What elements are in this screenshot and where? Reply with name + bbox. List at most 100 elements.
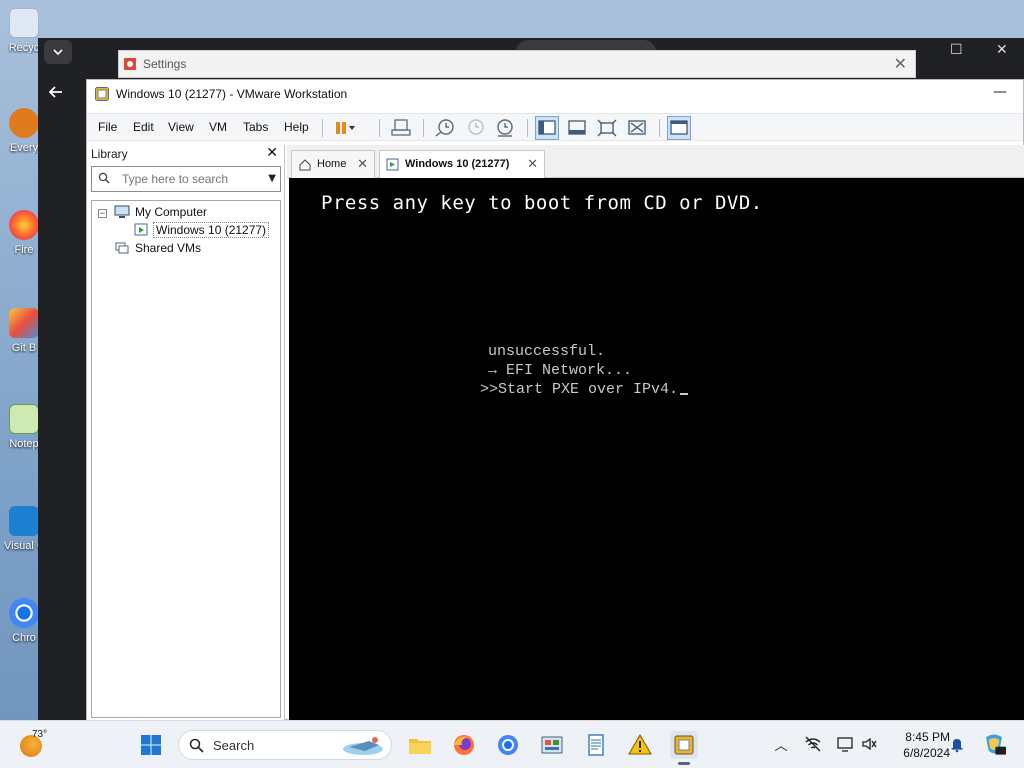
- chrome-icon: [9, 598, 39, 628]
- chrome-icon: [498, 735, 518, 755]
- tree-item-shared-vms[interactable]: Shared VMs: [92, 240, 280, 258]
- firefox-button[interactable]: [450, 731, 478, 759]
- clock-time: 8:45 PM: [905, 730, 950, 744]
- console-view-icon: [670, 120, 688, 135]
- weather-temperature: 73°: [32, 729, 48, 740]
- unity-icon: [628, 120, 646, 135]
- menu-tabs[interactable]: Tabs: [243, 120, 268, 134]
- tree-label: Windows 10 (21277): [152, 222, 270, 238]
- pause-button[interactable]: [331, 116, 355, 140]
- vscode-icon: [9, 506, 39, 536]
- search-icon: [98, 172, 110, 184]
- console-view-button[interactable]: [667, 116, 691, 140]
- toolbar-separator: [379, 119, 380, 137]
- notepad-icon: [9, 404, 39, 434]
- library-close-icon[interactable]: ✕: [266, 145, 278, 161]
- library-search-input[interactable]: [122, 171, 262, 187]
- menu-edit[interactable]: Edit: [133, 120, 154, 134]
- efi-status-line: >>Start PXE over IPv4.: [480, 381, 689, 398]
- settings-close-icon[interactable]: ✕: [894, 54, 907, 73]
- efi-status-line: unsuccessful.: [488, 343, 606, 360]
- notification-bell-icon[interactable]: [948, 735, 966, 753]
- snapshot-manager-icon: [497, 119, 513, 137]
- menu-vm[interactable]: VM: [209, 120, 227, 134]
- settings-window[interactable]: Settings ✕: [118, 50, 916, 78]
- file-explorer-button[interactable]: [406, 731, 434, 759]
- maximize-icon[interactable]: ☐: [950, 42, 963, 58]
- efi-status-text: >>Start PXE over IPv4.: [480, 381, 679, 398]
- vm-running-icon: [386, 158, 399, 171]
- vm-tab-strip: Home ✕ Windows 10 (21277) ✕: [287, 145, 1024, 179]
- library-panel: Library ✕ ▼ − My Computer Windows 10 (21…: [87, 145, 285, 721]
- boot-prompt-text: Press any key to boot from CD or DVD.: [321, 192, 763, 214]
- home-icon: [299, 159, 311, 171]
- show-hidden-icons-icon[interactable]: ︿: [772, 735, 790, 754]
- vm-running-icon: [134, 223, 148, 236]
- menu-view[interactable]: View: [168, 120, 194, 134]
- network-icon[interactable]: [804, 735, 822, 753]
- take-snapshot-button[interactable]: [433, 116, 457, 140]
- chevron-down-icon[interactable]: ▼: [268, 173, 276, 184]
- computer-icon: [114, 205, 130, 218]
- toolbar-separator: [423, 119, 424, 137]
- close-icon[interactable]: ✕: [996, 42, 1008, 58]
- chrome-button[interactable]: [494, 731, 522, 759]
- full-screen-button[interactable]: [595, 116, 619, 140]
- control-panel-button[interactable]: [538, 731, 566, 759]
- warning-icon: [628, 734, 652, 755]
- menu-help[interactable]: Help: [284, 120, 309, 134]
- warning-app-button[interactable]: [626, 731, 654, 759]
- minimize-icon[interactable]: —: [993, 84, 1007, 100]
- tree-label: Shared VMs: [135, 241, 202, 255]
- volume-icon[interactable]: [860, 735, 878, 753]
- tab-label: Windows 10 (21277): [405, 158, 510, 170]
- tree-label: My Computer: [135, 205, 208, 219]
- revert-snapshot-button[interactable]: [463, 116, 487, 140]
- send-keys-icon: [391, 119, 411, 136]
- firefox-icon: [454, 735, 474, 755]
- toolbar-separator: [527, 119, 528, 137]
- toolbar-separator: [659, 119, 660, 137]
- title-bar[interactable]: Windows 10 (21277) - VMware Workstation …: [87, 80, 1023, 108]
- show-library-button[interactable]: [535, 116, 559, 140]
- folder-icon: [409, 739, 431, 754]
- settings-app-icon: [124, 58, 136, 70]
- collapse-icon[interactable]: −: [98, 209, 107, 218]
- vmware-icon: [674, 735, 694, 755]
- taskbar-search[interactable]: Search: [178, 730, 392, 760]
- library-search-box[interactable]: ▼: [91, 166, 281, 192]
- menu-file[interactable]: File: [98, 120, 117, 134]
- tab-close-icon[interactable]: ✕: [527, 156, 538, 172]
- display-icon[interactable]: [836, 735, 854, 753]
- tree-item-my-computer[interactable]: − My Computer: [92, 204, 280, 222]
- tree-item-vm[interactable]: Windows 10 (21277): [92, 222, 280, 240]
- snapshot-manager-button[interactable]: [493, 116, 517, 140]
- toolbar-separator: [322, 119, 323, 137]
- search-highlight-icon: [343, 737, 383, 755]
- start-button[interactable]: [140, 734, 162, 756]
- notepad-icon: [588, 734, 604, 756]
- thumbnail-bar-button[interactable]: [565, 116, 589, 140]
- efi-status-line: → EFI Network...: [488, 362, 633, 379]
- library-view-icon: [538, 120, 556, 135]
- vmware-button[interactable]: [670, 731, 698, 765]
- vmware-window: Windows 10 (21277) - VMware Workstation …: [86, 79, 1024, 721]
- back-arrow-icon[interactable]: [48, 84, 64, 105]
- window-title: Windows 10 (21277) - VMware Workstation: [116, 87, 348, 101]
- tab-vm[interactable]: Windows 10 (21277) ✕: [379, 150, 545, 179]
- snapshot-icon: [435, 119, 454, 137]
- tab-home[interactable]: Home ✕: [291, 150, 375, 178]
- notepad-button[interactable]: [582, 731, 610, 759]
- recycle-bin-icon: [9, 8, 39, 38]
- clock[interactable]: 8:45 PM 6/8/2024: [880, 729, 950, 761]
- control-panel-icon: [541, 736, 563, 754]
- unity-button[interactable]: [625, 116, 649, 140]
- text-cursor: [680, 393, 689, 395]
- vm-console[interactable]: Press any key to boot from CD or DVD. un…: [289, 178, 1024, 721]
- copilot-icon[interactable]: [982, 732, 1006, 756]
- revert-snapshot-icon: [468, 119, 484, 135]
- everything-icon: [9, 108, 39, 138]
- tab-list-button[interactable]: [44, 40, 72, 64]
- tab-close-icon[interactable]: ✕: [357, 156, 368, 172]
- send-ctrl-alt-del-button[interactable]: [389, 116, 413, 140]
